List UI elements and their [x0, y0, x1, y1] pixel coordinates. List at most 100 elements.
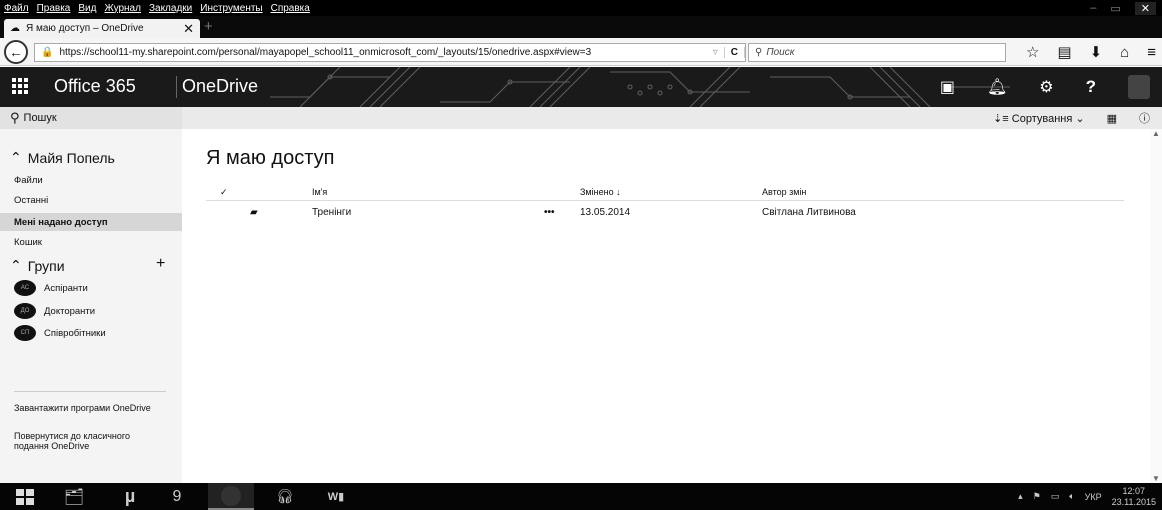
column-modified[interactable]: Змінено ↓ — [580, 187, 621, 197]
onedrive-cloud-icon: ☁ — [10, 23, 20, 34]
group-badge: АС — [14, 280, 36, 296]
bell-icon[interactable]: 🔔︎ — [987, 77, 1007, 97]
add-group-icon[interactable]: + — [156, 255, 165, 273]
scroll-up-icon[interactable]: ▲ — [1152, 129, 1160, 138]
sort-button[interactable]: ⇣≡ Сортування ⌄ — [993, 112, 1085, 125]
download-icon[interactable]: ⬇ — [1090, 43, 1103, 61]
table-row[interactable]: ▰ Тренінги ••• 13.05.2014 Світлана Литви… — [206, 203, 1124, 223]
flag-icon[interactable]: ⚑ — [1033, 491, 1041, 502]
search-label: Пошук — [23, 112, 57, 124]
group-badge: СП — [14, 325, 36, 341]
view-tiles-icon[interactable]: ▦ — [1107, 112, 1117, 125]
browser-tab[interactable]: ☁ Я маю доступ – OneDrive ✕ — [4, 19, 200, 38]
user-heading[interactable]: ⌃ Майя Попель — [10, 149, 115, 166]
tray-expand-icon[interactable]: ▴ — [1018, 491, 1023, 502]
sort-label: Сортування — [1011, 112, 1073, 125]
clipboard-icon[interactable]: ▤ — [1057, 43, 1071, 61]
scroll-down-icon[interactable]: ▼ — [1152, 474, 1160, 483]
tab-close-icon[interactable]: ✕ — [183, 21, 194, 37]
menu-history[interactable]: Журнал — [100, 3, 145, 14]
close-window-icon[interactable]: ✕ — [1134, 1, 1156, 15]
menu-edit[interactable]: Правка — [33, 3, 75, 14]
nav-files[interactable]: Файли — [0, 171, 182, 189]
group-badge: ДО — [14, 303, 36, 319]
back-button[interactable]: ← — [4, 39, 28, 64]
item-name[interactable]: Тренінги — [312, 207, 351, 218]
windows-start-icon[interactable] — [10, 483, 40, 510]
address-bar[interactable]: 🔒 https://school11-my.sharepoint.com/per… — [34, 43, 746, 62]
system-tray: ▴ ⚑ ▭ 🔈︎ УКР 12:07 23.11.2015 — [1018, 483, 1156, 510]
group-item[interactable]: ДО Докторанти — [14, 303, 95, 319]
chevron-up-icon: ⌃ — [10, 257, 22, 273]
firefox-taskbar-icon[interactable] — [208, 483, 254, 510]
suite-icons: ▣ 🔔︎ ⚙ ? — [940, 75, 1150, 99]
window-controls: – ▭ ✕ — [1090, 0, 1156, 16]
headphones-icon[interactable]: 🎧︎ — [270, 483, 300, 510]
word-app-icon[interactable]: W▮ — [316, 483, 356, 510]
vertical-scrollbar[interactable]: ▲ ▼ — [1150, 129, 1162, 483]
nav-shared-with-me[interactable]: Мені надано доступ — [0, 213, 182, 231]
column-author[interactable]: Автор змін — [762, 187, 806, 197]
browser-tabbar: ☁ Я маю доступ – OneDrive ✕ + — [0, 16, 1162, 38]
arrow-left-icon: ← — [9, 43, 23, 60]
maximize-icon[interactable]: ▭ — [1110, 2, 1120, 15]
group-item[interactable]: СП Співробітники — [14, 325, 106, 341]
search-placeholder: Поиск — [766, 47, 795, 58]
more-options-icon[interactable]: ••• — [544, 207, 555, 218]
menu-view[interactable]: Вид — [74, 3, 100, 14]
windows-logo — [16, 488, 34, 505]
network-icon[interactable]: ▭ — [1051, 491, 1060, 502]
search-icon: ⚲ — [755, 47, 763, 58]
browser-search-input[interactable]: ⚲ Поиск — [748, 43, 1006, 62]
menu-file[interactable]: Файл — [0, 3, 33, 14]
help-icon[interactable]: ? — [1086, 77, 1096, 97]
classic-view-link[interactable]: Повернутися до класичного подання OneDri… — [14, 431, 164, 451]
command-bar: ⚲ Пошук ⇣≡ Сортування ⌄ ▦ ⓘ — [0, 107, 1162, 129]
user-name: Майя Попель — [27, 149, 115, 166]
get-apps-link[interactable]: Завантажити програми OneDrive — [14, 403, 164, 413]
gear-icon[interactable]: ⚙ — [1039, 77, 1053, 97]
nav-divider — [14, 391, 166, 392]
browser-menubar: Файл Правка Вид Журнал Закладки Инструме… — [0, 0, 1162, 16]
volume-icon[interactable]: 🔈︎ — [1069, 491, 1074, 502]
url-text: https://school11-my.sharepoint.com/perso… — [59, 47, 592, 58]
nav-recycle-bin[interactable]: Кошик — [0, 233, 182, 251]
select-all-check-icon[interactable]: ✓ — [220, 187, 228, 198]
group-name: Докторанти — [44, 305, 96, 317]
app-title[interactable]: OneDrive — [182, 76, 258, 97]
circuit-pattern — [270, 67, 1010, 107]
nav-recent[interactable]: Останні — [0, 191, 182, 209]
suite-divider — [176, 76, 177, 98]
menu-help[interactable]: Справка — [267, 3, 314, 14]
home-icon[interactable]: ⌂ — [1120, 44, 1129, 61]
file-explorer-icon[interactable]: 🗂︎ — [56, 483, 92, 510]
language-indicator[interactable]: УКР — [1085, 492, 1102, 502]
groups-heading[interactable]: ⌃ Групи — [10, 257, 65, 274]
menu-tools[interactable]: Инструменты — [196, 3, 266, 14]
tab-title: Я маю доступ – OneDrive — [26, 23, 144, 34]
suite-title[interactable]: Office 365 — [54, 76, 136, 97]
app-launcher-icon[interactable] — [12, 78, 28, 94]
clock[interactable]: 12:07 23.11.2015 — [1112, 486, 1156, 508]
user-avatar[interactable] — [1128, 75, 1150, 99]
groups-title: Групи — [27, 257, 65, 274]
hamburger-menu-icon[interactable]: ≡ — [1147, 44, 1156, 61]
clock-date: 23.11.2015 — [1111, 496, 1156, 507]
minimize-icon[interactable]: – — [1090, 2, 1096, 14]
info-icon[interactable]: ⓘ — [1139, 110, 1150, 126]
reload-icon[interactable]: C — [723, 47, 745, 58]
torrent-app-icon[interactable]: µ — [112, 483, 148, 510]
pinned-app-icon[interactable]: 9 — [162, 483, 192, 510]
skype-icon[interactable]: ▣ — [940, 77, 955, 97]
column-name[interactable]: Ім'я — [312, 187, 327, 197]
star-icon[interactable]: ☆ — [1026, 43, 1039, 61]
browser-navbar: ← 🔒 https://school11-my.sharepoint.com/p… — [0, 38, 1162, 66]
menu-bookmarks[interactable]: Закладки — [145, 3, 196, 14]
group-name: Аспіранти — [44, 282, 88, 294]
url-dropdown-icon[interactable]: ▿ — [713, 47, 718, 58]
search-button[interactable]: ⚲ Пошук — [0, 107, 182, 129]
lock-icon: 🔒 — [41, 47, 54, 58]
group-item[interactable]: АС Аспіранти — [14, 280, 88, 296]
command-right: ⇣≡ Сортування ⌄ ▦ ⓘ — [993, 107, 1150, 129]
new-tab-icon[interactable]: + — [204, 19, 213, 35]
